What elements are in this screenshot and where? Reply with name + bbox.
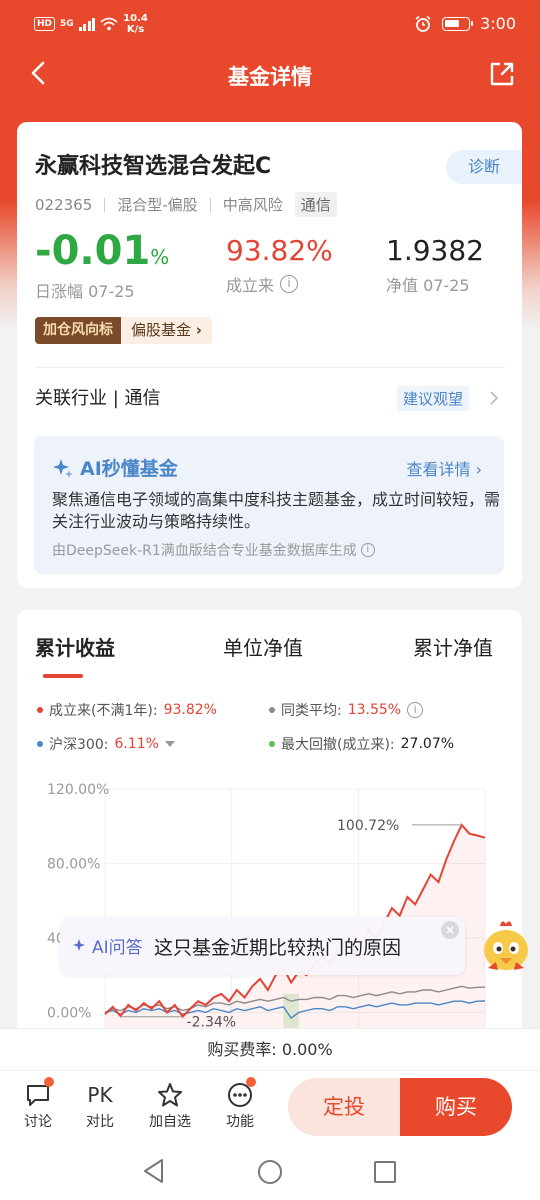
max-annotation-label: 100.72%: [337, 818, 399, 834]
industry-label: 关联行业 | 通信: [35, 388, 161, 409]
legend-peer: 同类平均: 13.55% i: [269, 700, 424, 720]
fund-meta: 022365 混合型-偏股 中高风险 通信: [35, 192, 337, 217]
legend-index[interactable]: 沪深300: 6.11%: [37, 734, 175, 754]
purchase-fee: 购买费率: 0.00%: [0, 1028, 540, 1070]
sparkle-icon: [53, 458, 73, 478]
fund-summary-card: 永赢科技智选混合发起C 诊断 022365 混合型-偏股 中高风险 通信 -0.…: [17, 122, 522, 588]
fund-name: 永赢科技智选混合发起C: [35, 154, 272, 179]
watchlist-label: 加自选: [149, 1114, 191, 1130]
risk-level: 中高风险: [222, 196, 283, 214]
home-circle-icon[interactable]: [257, 1159, 283, 1185]
legend-dot: [269, 741, 275, 747]
status-bar: HD 5G 10.4 K/s 3:00: [0, 0, 540, 52]
day-change-label: 日涨幅 07-25: [35, 282, 135, 301]
chart-tabs: 累计收益 单位净值 累计净值: [17, 632, 522, 678]
ai-question-bar[interactable]: AI问答 这只基金近期比较热门的原因: [60, 917, 465, 975]
info-icon[interactable]: i: [407, 702, 424, 718]
page-title: 基金详情: [228, 65, 312, 89]
pk-icon: PK: [87, 1083, 113, 1107]
day-change-stat: -0.01% 日涨幅 07-25: [35, 228, 170, 302]
y-tick-label: 0.00%: [47, 1005, 91, 1021]
share-icon[interactable]: [488, 60, 516, 88]
legend-fund: 成立来(不满1年): 93.82%: [37, 700, 217, 720]
wifi-icon: [100, 17, 118, 31]
buy-button[interactable]: 购买: [400, 1078, 512, 1136]
notification-dot: [44, 1077, 54, 1087]
chevron-right-icon: ›: [195, 321, 202, 339]
bottom-action-bar: 讨论 PK 对比 加自选 功能 定投 购买: [0, 1070, 540, 1142]
tab-indicator: [43, 674, 83, 678]
add-watchlist-button[interactable]: 加自选: [146, 1079, 194, 1131]
y-tick-label: 120.00%: [47, 782, 109, 798]
functions-label: 功能: [226, 1114, 254, 1130]
compare-button[interactable]: PK 对比: [76, 1079, 124, 1131]
network-speed: 10.4 K/s: [123, 13, 148, 35]
legend-dot: [269, 707, 275, 713]
hd-icon: HD: [34, 17, 56, 31]
discuss-button[interactable]: 讨论: [14, 1077, 62, 1131]
badge-light: 偏股基金 ›: [121, 317, 212, 344]
fixed-invest-button[interactable]: 定投: [288, 1078, 400, 1136]
performance-card: 累计收益 单位净值 累计净值 成立来(不满1年): 93.82% 同类平均: 13.…: [17, 610, 522, 1050]
close-icon[interactable]: [441, 921, 459, 939]
divider: [104, 197, 106, 212]
network-type: 5G: [60, 19, 74, 29]
performance-chart: 120.00%80.00%40.00%0.00%100.72%-2.34%: [47, 782, 486, 1031]
mascot-icon[interactable]: [478, 918, 534, 980]
notification-dot: [246, 1077, 256, 1087]
ai-summary-box: AI秒懂基金 查看详情 › 聚焦通信电子领域的高集中度科技主题基金，成立时间较短…: [34, 436, 504, 574]
badge-dark: 加仓风向标: [35, 317, 121, 344]
info-icon[interactable]: i: [360, 543, 375, 557]
alarm-icon: [415, 15, 431, 32]
ai-detail-link[interactable]: 查看详情 ›: [407, 456, 483, 480]
nav-value: 1.9382: [386, 234, 484, 267]
since-inception-stat: 93.82% 成立来 i: [226, 234, 333, 296]
system-nav-bar: [0, 1142, 540, 1200]
nav-stat: 1.9382 净值 07-25: [386, 234, 484, 296]
ai-summary-text: 聚焦通信电子领域的高集中度科技主题基金，成立时间较短，需关注行业波动与策略持续性…: [52, 490, 501, 531]
diagnose-button[interactable]: 诊断: [446, 150, 522, 184]
sector-tag[interactable]: 通信: [294, 192, 337, 217]
clock: 3:00: [480, 14, 516, 33]
chevron-right-icon[interactable]: [488, 391, 500, 405]
fund-code: 022365: [35, 195, 93, 214]
battery-icon: [442, 16, 474, 31]
recents-square-icon[interactable]: [373, 1160, 397, 1184]
day-change-value: -0.01%: [35, 228, 170, 274]
star-icon: [158, 1083, 182, 1107]
divider: [35, 367, 505, 368]
discuss-label: 讨论: [24, 1114, 52, 1130]
divider: [209, 197, 211, 212]
ai-question-label: AI问答: [92, 938, 143, 958]
nav-label: 净值 07-25: [386, 276, 470, 295]
functions-button[interactable]: 功能: [216, 1077, 264, 1131]
legend-dot: [37, 707, 43, 713]
sparkle-icon: [73, 938, 85, 951]
since-inception-label: 成立来: [226, 276, 275, 295]
since-inception-value: 93.82%: [226, 234, 333, 267]
tab-cumulative-nav[interactable]: 累计净值: [413, 632, 493, 661]
ai-summary-title: AI秒懂基金: [80, 458, 178, 480]
ai-source: 由DeepSeek-R1满血版结合专业基金数据库生成: [52, 543, 357, 559]
signal-icon: [78, 17, 96, 31]
top-nav: 基金详情: [0, 52, 540, 98]
compare-label: 对比: [86, 1114, 114, 1130]
dropdown-icon[interactable]: [164, 741, 175, 747]
fund-type: 混合型-偏股: [117, 196, 198, 214]
y-tick-label: 80.00%: [47, 856, 100, 872]
legend-dot: [37, 741, 43, 747]
legend-drawdown: 最大回撤(成立来): 27.07%: [269, 734, 454, 754]
signal-badge[interactable]: 加仓风向标 偏股基金 ›: [35, 317, 212, 344]
industry-advice[interactable]: 建议观望: [397, 386, 470, 411]
back-triangle-icon[interactable]: [142, 1158, 166, 1184]
ai-question-text: 这只基金近期比较热门的原因: [154, 937, 402, 959]
tab-cumulative-return[interactable]: 累计收益: [35, 632, 115, 661]
tab-unit-nav[interactable]: 单位净值: [223, 632, 303, 661]
info-icon[interactable]: i: [280, 275, 299, 293]
